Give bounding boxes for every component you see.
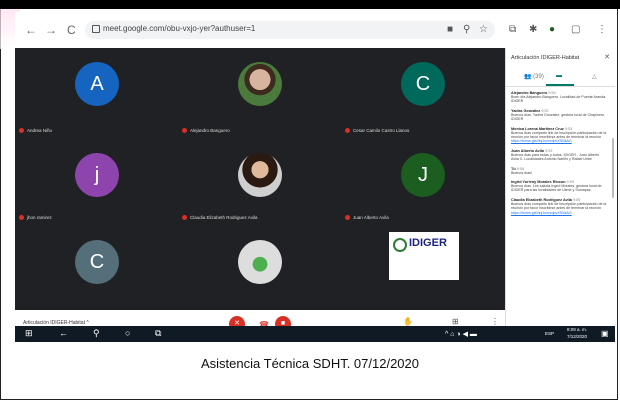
mic-off-icon	[19, 215, 24, 220]
extension-icon[interactable]: ⧉	[509, 24, 516, 35]
participant-tile: j jhon ramirez	[15, 135, 178, 222]
star-icon[interactable]: ☆	[479, 24, 488, 35]
participant-tile	[178, 222, 341, 309]
mic-off-icon	[345, 215, 350, 220]
chat-message: Tú 9:58 Buenos días!	[511, 166, 532, 175]
top-strip	[0, 0, 620, 9]
mic-off-icon	[345, 128, 350, 133]
plant-photo	[238, 240, 282, 284]
participant-tile: J Juan Alberto Avila	[341, 135, 504, 222]
chat-message: Juan Alberto Avila 9:53 Buenos días para …	[511, 148, 600, 162]
avatar: C	[401, 62, 445, 106]
idiger-logo: IDIGER	[389, 232, 459, 280]
chat-message: Alejandro Banguero 9:50 Buen día Alejandr…	[511, 91, 607, 104]
chat-message: Claudia Elizabeth Rodriguez Avila 9:59 Bu…	[511, 197, 607, 215]
mic-off-icon	[19, 128, 24, 133]
chat-message: Ingrid Yurleny Morales Rincon 9:59 Buenos…	[511, 180, 602, 193]
windows-start-icon[interactable]: ⊞	[25, 328, 33, 339]
avatar: j	[75, 153, 119, 197]
tab-count-icon[interactable]: ▢	[571, 24, 580, 35]
menu-icon[interactable]: ⋮	[597, 24, 607, 35]
participant-tile: IDIGER	[341, 222, 504, 309]
panel-title: Articulación IDIGER-Habitat	[511, 55, 580, 61]
tab-people[interactable]: 👥 (39)	[524, 73, 544, 80]
participant-tile: C Cesar Camilo Castro Llanos	[341, 48, 504, 135]
panel-tabs: 👥 (39) ▬ △	[506, 70, 615, 87]
search-icon[interactable]: ⚲	[93, 328, 100, 339]
chat-message: Monica Lorena Martinez Cruz 9:53 Buenos d…	[511, 126, 607, 144]
tab-chat[interactable]: ▬	[556, 73, 562, 79]
close-icon[interactable]: ✕	[604, 53, 610, 61]
participant-name: Cesar Camilo Castro Llanos	[353, 127, 410, 133]
participant-tile: C	[15, 222, 178, 309]
task-view-icon[interactable]: ⧉	[155, 328, 161, 339]
windows-taskbar: ⊞ ← ⚲ ○ ⧉ ^ ⌂ ◑ ◀ ▬ ESP 8:09 a. m. 7/12/…	[15, 326, 615, 342]
back-arrow-icon[interactable]: ←	[59, 328, 68, 338]
present-icon[interactable]: ⊞	[452, 317, 459, 326]
logo-mark-icon	[393, 238, 407, 252]
more-options-icon[interactable]: ⋮	[491, 317, 499, 326]
participant-photo	[238, 62, 282, 106]
participant-tile: Alejandro Banguero	[178, 48, 341, 135]
avatar: C	[75, 240, 119, 284]
avatar: J	[401, 153, 445, 197]
scrollbar[interactable]	[612, 138, 614, 198]
tab-activities[interactable]: △	[592, 73, 597, 80]
raise-hand-icon[interactable]: ✋	[403, 317, 413, 326]
screenshot-window: ← → C meet.google.com/obu-vxjo-yer?authu…	[15, 12, 615, 338]
photo-caption: Asistencia Técnica SDHT. 07/12/2020	[201, 356, 419, 371]
participant-name: Juan Alberto Avila	[353, 214, 389, 220]
address-bar[interactable]: meet.google.com/obu-vxjo-yer?authuser=1	[85, 21, 495, 39]
form-link[interactable]: https://forms.gle/hnjJurmrqbvXSNkAG	[511, 211, 572, 215]
camera-icon[interactable]: ■	[447, 24, 453, 35]
tray-icons[interactable]: ^ ⌂ ◑ ◀ ▬	[445, 330, 477, 338]
chat-messages: Alejandro Banguero 9:50 Buen día Alejandr…	[511, 91, 607, 220]
participant-name: Claudia Elizabeth Rodriguez Avila	[190, 214, 258, 220]
clock-time[interactable]: 8:09 a. m.	[567, 327, 587, 332]
participant-name: Andrea Niño	[27, 127, 53, 133]
url-text: meet.google.com/obu-vxjo-yer?authuser=1	[103, 24, 256, 33]
chat-panel: Articulación IDIGER-Habitat ✕ 👥 (39) ▬ △…	[505, 48, 615, 338]
cortana-icon[interactable]: ○	[125, 328, 130, 338]
notification-icon[interactable]: ▣	[601, 329, 609, 338]
participant-name: Alejandro Banguero	[190, 127, 230, 133]
participant-photo	[238, 153, 282, 197]
participant-tile: A Andrea Niño	[15, 48, 178, 135]
forward-icon[interactable]: →	[45, 23, 57, 37]
language-indicator[interactable]: ESP	[545, 331, 554, 336]
profile-icon[interactable]: ●	[549, 24, 555, 35]
back-icon[interactable]: ←	[25, 23, 37, 37]
reload-icon[interactable]: C	[67, 23, 76, 37]
clock-date[interactable]: 7/12/2020	[567, 334, 587, 339]
search-icon[interactable]: ⚲	[463, 24, 470, 35]
lock-icon	[92, 25, 100, 33]
mic-off-icon	[182, 128, 187, 133]
logo-text: IDIGER	[409, 237, 447, 249]
tab-indicator	[546, 84, 574, 86]
form-link[interactable]: https://forms.gle/hnjJurmrqbvXSNkAG	[511, 139, 572, 143]
video-grid: A Andrea Niño Alejandro Banguero C Cesar…	[15, 48, 505, 310]
avatar: A	[75, 62, 119, 106]
participant-tile: Claudia Elizabeth Rodriguez Avila	[178, 135, 341, 222]
participant-name: jhon ramirez	[27, 214, 52, 220]
puzzle-icon[interactable]: ✱	[529, 24, 537, 35]
browser-chrome: ← → C meet.google.com/obu-vxjo-yer?authu…	[15, 12, 615, 49]
mic-off-icon	[182, 215, 187, 220]
chat-message: Yadira González 9:52 Buenos días. Yadira …	[511, 108, 606, 122]
